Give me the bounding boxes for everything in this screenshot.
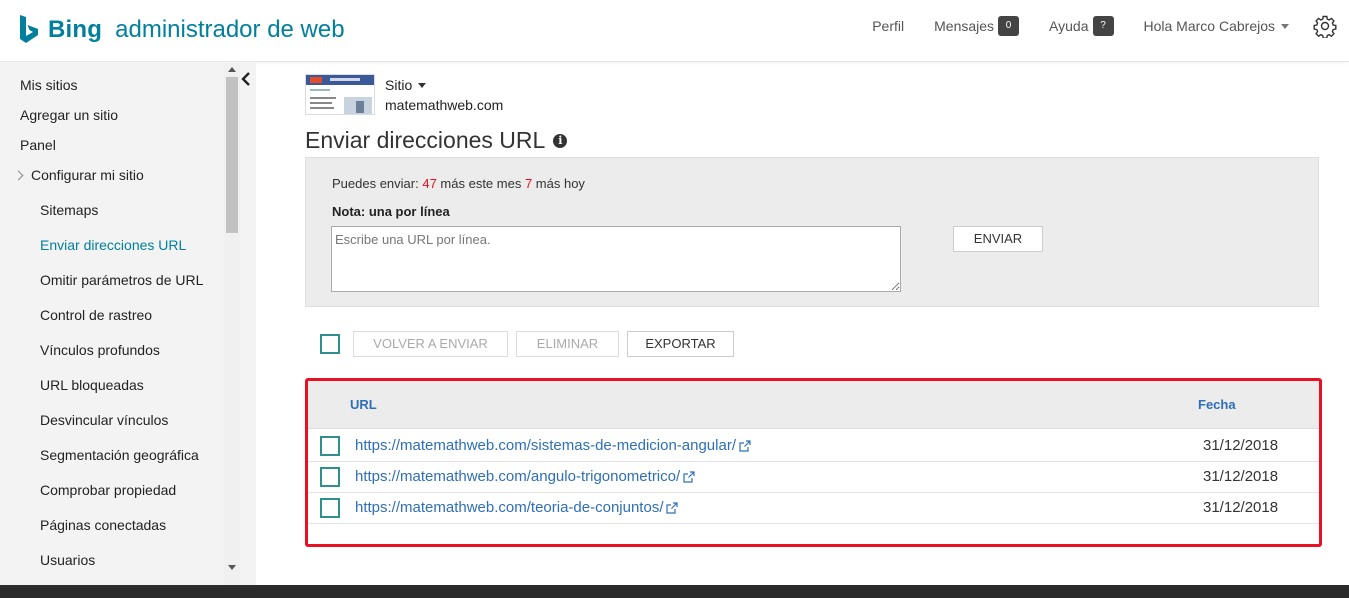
quota-day-suffix: más hoy xyxy=(532,176,585,191)
url-text: https://matemathweb.com/teoria-de-conjun… xyxy=(355,499,664,516)
sidebar-item-verify-ownership[interactable]: Comprobar propiedad xyxy=(40,482,176,498)
help-label: Ayuda xyxy=(1049,18,1089,34)
month-quota-count: 47 xyxy=(422,176,437,191)
brand-name: Bing xyxy=(48,16,103,43)
site-thumbnail xyxy=(305,74,375,115)
table-row: https://matemathweb.com/sistemas-de-medi… xyxy=(308,431,1319,462)
page-title-text: Enviar direcciones URL xyxy=(305,127,546,153)
page-title: Enviar direcciones URL i xyxy=(305,127,568,154)
chevron-right-icon xyxy=(13,170,24,181)
table-row: https://matemathweb.com/teoria-de-conjun… xyxy=(308,493,1319,524)
external-link-icon xyxy=(739,439,751,452)
top-header: Bing administrador de web Perfil Mensaje… xyxy=(0,0,1349,62)
quota-prefix: Puedes enviar: xyxy=(332,176,423,191)
send-button[interactable]: ENVIAR xyxy=(953,226,1043,252)
sidebar-menu: Mis sitios Agregar un sitio Panel Config… xyxy=(0,63,224,585)
url-text: https://matemathweb.com/sistemas-de-medi… xyxy=(355,437,736,454)
scroll-up-arrow-icon[interactable] xyxy=(228,67,236,72)
url-link[interactable]: https://matemathweb.com/sistemas-de-medi… xyxy=(355,437,751,454)
site-selector[interactable]: Sitio xyxy=(385,77,427,93)
scroll-down-arrow-icon[interactable] xyxy=(228,565,236,570)
bing-logo[interactable]: Bing administrador de web xyxy=(18,14,345,46)
select-all-checkbox[interactable] xyxy=(320,334,340,354)
profile-link[interactable]: Perfil xyxy=(872,18,904,34)
help-link[interactable]: Ayuda ? xyxy=(1049,16,1114,36)
date-cell: 31/12/2018 xyxy=(1203,468,1279,485)
sidebar-item-submit-urls[interactable]: Enviar direcciones URL xyxy=(40,237,186,253)
messages-count-badge: 0 xyxy=(998,16,1020,36)
bing-logo-icon xyxy=(20,15,38,43)
submitted-urls-table: URL Fecha https://matemathweb.com/sistem… xyxy=(305,378,1322,547)
delete-button[interactable]: ELIMINAR xyxy=(516,331,619,357)
sidebar-item-connected-pages[interactable]: Páginas conectadas xyxy=(40,517,166,533)
external-link-icon xyxy=(683,470,695,483)
sidebar-item-deep-links[interactable]: Vínculos profundos xyxy=(40,342,160,358)
url-link[interactable]: https://matemathweb.com/teoria-de-conjun… xyxy=(355,499,679,516)
product-name: administrador de web xyxy=(115,16,345,43)
url-input[interactable] xyxy=(331,226,901,292)
sidebar-item-geo-targeting[interactable]: Segmentación geográfica xyxy=(40,447,199,463)
sidebar-item-crawl-control[interactable]: Control de rastreo xyxy=(40,307,152,323)
date-cell: 31/12/2018 xyxy=(1203,499,1279,516)
help-badge: ? xyxy=(1092,16,1114,36)
sidebar-item-ignore-url-params[interactable]: Omitir parámetros de URL xyxy=(40,272,203,288)
info-icon[interactable]: i xyxy=(553,133,568,148)
chevron-down-icon xyxy=(418,82,427,88)
url-link[interactable]: https://matemathweb.com/angulo-trigonome… xyxy=(355,468,695,485)
sidebar-item-sitemaps[interactable]: Sitemaps xyxy=(40,202,98,218)
sidebar-item-dashboard[interactable]: Panel xyxy=(20,137,56,153)
sidebar-scrollbar[interactable] xyxy=(224,63,240,585)
user-menu[interactable]: Hola Marco Cabrejos xyxy=(1143,18,1289,34)
quota-month-suffix: más este mes xyxy=(436,176,525,191)
column-header-date[interactable]: Fecha xyxy=(1198,397,1236,412)
resend-button[interactable]: VOLVER A ENVIAR xyxy=(353,331,508,357)
sidebar-item-disavow-links[interactable]: Desvincular vínculos xyxy=(40,412,168,428)
one-per-line-note: Nota: una por línea xyxy=(332,204,450,219)
sidebar-item-my-sites[interactable]: Mis sitios xyxy=(20,77,78,93)
gear-icon[interactable] xyxy=(1313,14,1337,38)
scrollbar-thumb[interactable] xyxy=(226,77,238,233)
messages-label: Mensajes xyxy=(934,18,995,34)
sidebar-item-blocked-urls[interactable]: URL bloqueadas xyxy=(40,377,144,393)
sidebar-item-users[interactable]: Usuarios xyxy=(40,552,95,568)
sidebar-item-add-site[interactable]: Agregar un sitio xyxy=(20,107,118,123)
collapse-sidebar-icon[interactable] xyxy=(240,71,256,87)
messages-link[interactable]: Mensajes 0 xyxy=(934,16,1020,36)
column-header-url[interactable]: URL xyxy=(350,397,377,412)
url-text: https://matemathweb.com/angulo-trigonome… xyxy=(355,468,681,485)
sidebar-item-label: Configurar mi sitio xyxy=(31,167,144,183)
export-button[interactable]: EXPORTAR xyxy=(627,331,734,357)
table-row: https://matemathweb.com/angulo-trigonome… xyxy=(308,462,1319,493)
submit-panel: Puedes enviar: 47 más este mes 7 más hoy… xyxy=(305,157,1319,307)
user-greeting: Hola Marco Cabrejos xyxy=(1143,18,1276,34)
row-checkbox[interactable] xyxy=(320,467,340,487)
footer xyxy=(0,585,1349,598)
external-link-icon xyxy=(666,501,679,514)
site-domain: matemathweb.com xyxy=(385,97,504,113)
site-selector-label: Sitio xyxy=(385,77,413,93)
quota-text: Puedes enviar: 47 más este mes 7 más hoy xyxy=(332,176,585,191)
sidebar: Mis sitios Agregar un sitio Panel Config… xyxy=(0,63,256,585)
date-cell: 31/12/2018 xyxy=(1203,437,1279,454)
row-checkbox[interactable] xyxy=(320,498,340,518)
chevron-down-icon xyxy=(1281,23,1289,29)
sidebar-item-configure-site[interactable]: Configurar mi sitio xyxy=(13,167,144,183)
top-nav: Perfil Mensajes 0 Ayuda ? Hola Marco Cab… xyxy=(842,14,1337,38)
row-checkbox[interactable] xyxy=(320,436,340,456)
table-header: URL Fecha xyxy=(308,381,1319,429)
